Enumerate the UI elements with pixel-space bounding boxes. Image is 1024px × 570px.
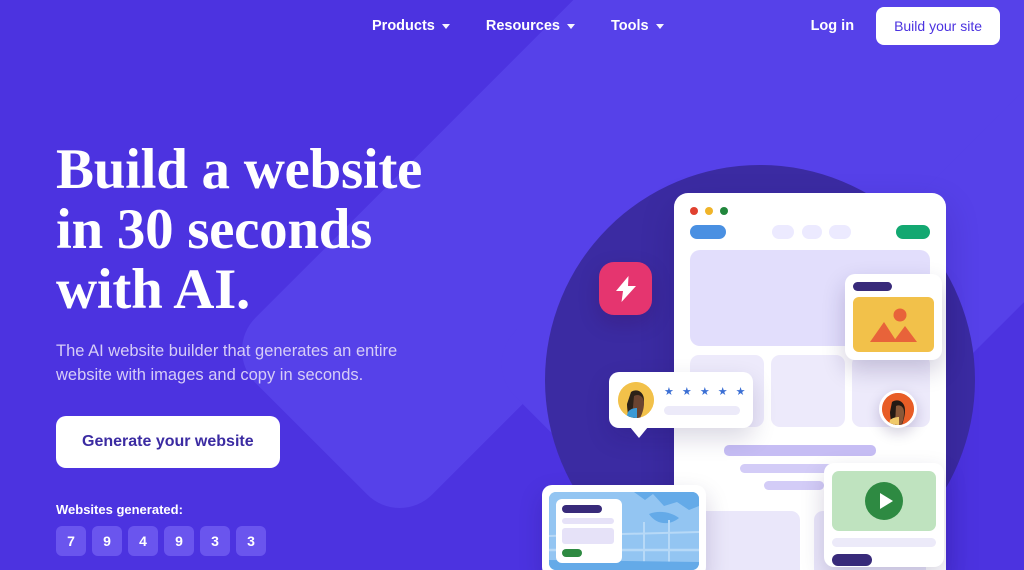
- image-card: [845, 274, 942, 360]
- close-dot-icon: [690, 207, 698, 215]
- nav-item-resources[interactable]: Resources: [486, 18, 575, 34]
- video-preview: [832, 471, 936, 531]
- mock-text-line: [764, 481, 824, 490]
- chevron-down-icon: [441, 23, 450, 29]
- websites-generated-counter: Websites generated: 7 9 4 9 3 3: [56, 502, 526, 557]
- nav-item-label: Products: [372, 18, 435, 34]
- image-placeholder: [853, 297, 934, 352]
- counter-digit: 9: [92, 526, 122, 557]
- main-navigation: Products Resources Tools: [372, 18, 664, 34]
- chevron-down-icon: [567, 23, 575, 29]
- video-card-text-line: [832, 538, 936, 547]
- minimize-dot-icon: [705, 207, 713, 215]
- lightning-badge: [599, 262, 652, 315]
- counter-digit: 3: [200, 526, 230, 557]
- site-header: Products Resources Tools Log in Build yo…: [0, 0, 1024, 52]
- maximize-dot-icon: [720, 207, 728, 215]
- traffic-light-dots: [690, 207, 728, 215]
- map-panel-button: [562, 549, 582, 557]
- nav-item-label: Resources: [485, 18, 560, 34]
- hero-subtitle: The AI website builder that generates an…: [56, 342, 398, 385]
- build-your-site-button[interactable]: Build your site: [876, 7, 1000, 45]
- photo-icon: [870, 308, 917, 342]
- nav-item-label: Tools: [611, 18, 649, 34]
- map-info-panel: [556, 499, 622, 563]
- map-panel-line: [562, 518, 614, 524]
- counter-digit-group: 7 9 4 9 3 3: [56, 526, 526, 557]
- generate-your-website-button[interactable]: Generate your website: [56, 416, 280, 469]
- mock-text-line: [724, 445, 876, 456]
- counter-digit: 7: [56, 526, 86, 557]
- mock-nav-pill: [772, 225, 794, 239]
- mock-cta-pill: [896, 225, 930, 239]
- avatar: [618, 382, 654, 418]
- testimonial-text-line: [664, 406, 740, 415]
- avatar: [879, 390, 917, 428]
- hero-copy-column: Build a website in 30 seconds with AI. T…: [56, 52, 526, 557]
- nav-item-tools[interactable]: Tools: [611, 18, 664, 34]
- counter-digit: 9: [164, 526, 194, 557]
- chevron-down-icon: [655, 23, 664, 29]
- header-actions: Log in Build your site: [811, 7, 1000, 45]
- nav-item-products[interactable]: Products: [372, 18, 450, 34]
- testimonial-card: ★ ★ ★ ★ ★: [609, 372, 753, 438]
- lightning-bolt-icon: [615, 275, 636, 302]
- video-card: [824, 463, 944, 567]
- hero-illustration-column: ★ ★ ★ ★ ★: [526, 52, 1024, 570]
- mock-tile: [771, 355, 845, 427]
- mock-nav-pill: [802, 225, 822, 239]
- mock-logo-pill: [690, 225, 726, 239]
- rating-stars: ★ ★ ★ ★ ★: [664, 386, 749, 398]
- map-preview: [549, 492, 699, 570]
- headline-line-1: Build a website: [56, 138, 423, 201]
- mock-nav-pill: [829, 225, 851, 239]
- headline-line-2: in 30 seconds: [56, 198, 373, 262]
- counter-digit: 4: [128, 526, 158, 557]
- map-panel-line: [562, 528, 614, 544]
- mock-navbar: [674, 225, 946, 239]
- mock-tile: [696, 511, 800, 570]
- page-title: Build a website in 30 seconds with AI.: [56, 138, 526, 322]
- map-card: [542, 485, 706, 570]
- counter-digit: 3: [236, 526, 266, 557]
- counter-label: Websites generated:: [56, 502, 183, 518]
- map-panel-title: [562, 505, 602, 513]
- headline-line-3: with AI.: [56, 258, 250, 322]
- image-card-title-bar: [853, 282, 892, 291]
- play-icon: [865, 482, 903, 520]
- person-avatar-icon: [618, 382, 654, 418]
- login-link[interactable]: Log in: [811, 18, 855, 34]
- video-card-button: [832, 554, 872, 566]
- hero-illustration: ★ ★ ★ ★ ★: [526, 52, 996, 570]
- hero-section: Build a website in 30 seconds with AI. T…: [0, 52, 1024, 570]
- person-avatar-icon: [882, 393, 914, 425]
